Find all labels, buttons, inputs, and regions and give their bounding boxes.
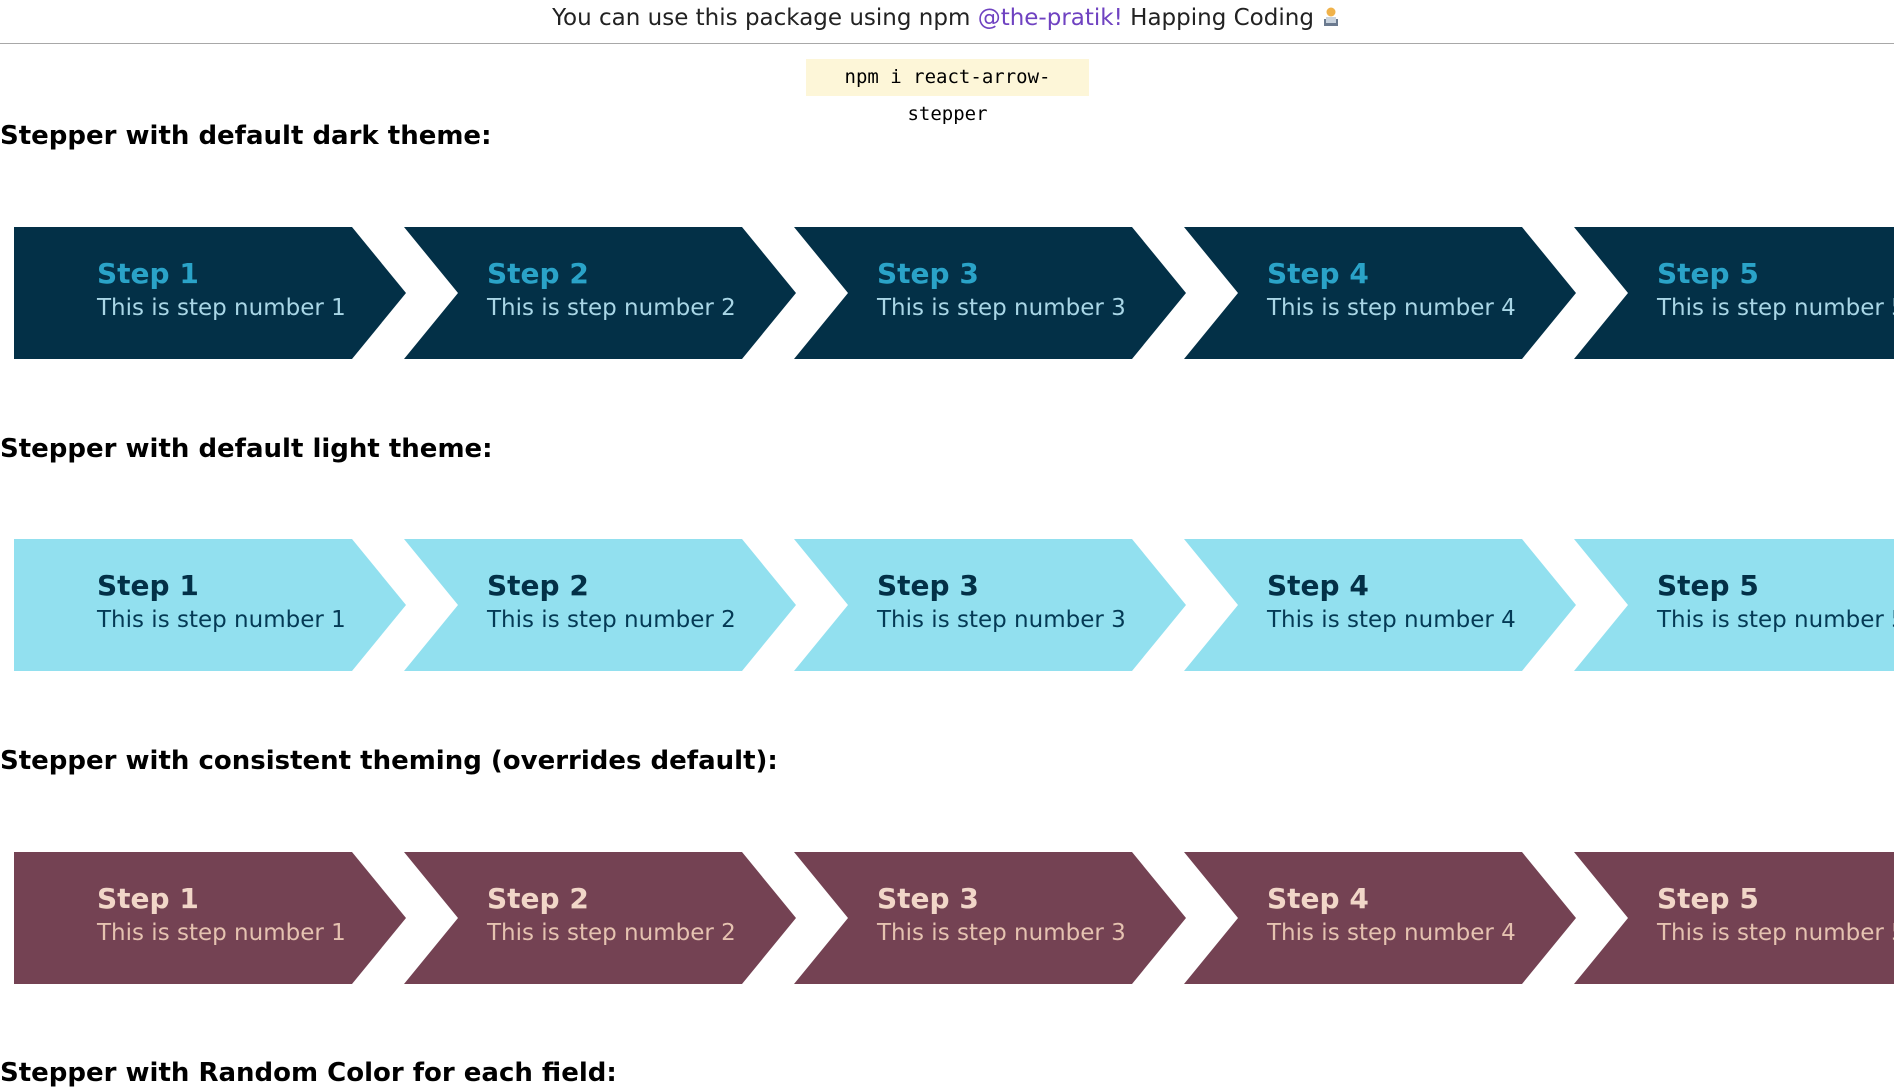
step-5[interactable]: Step 5 This is step number 5 [1574, 227, 1894, 359]
banner-suffix-text: Happing Coding [1122, 5, 1314, 31]
step-1[interactable]: Step 1 This is step number 1 [14, 539, 406, 671]
install-command: npm i react-arrow-stepper [806, 59, 1089, 125]
step-title: Step 3 [877, 569, 979, 602]
step-description: This is step number 5 [1657, 607, 1894, 633]
step-1[interactable]: Step 1 This is step number 1 [14, 227, 406, 359]
step-description: This is step number 4 [1267, 607, 1516, 633]
step-title: Step 2 [487, 882, 589, 915]
step-4[interactable]: Step 4 This is step number 4 [1184, 852, 1576, 984]
step-title: Step 1 [97, 569, 199, 602]
step-description: This is step number 2 [487, 920, 736, 946]
stepper-light-theme: Step 1 This is step number 1 Step 2 This… [14, 539, 1894, 671]
step-title: Step 4 [1267, 569, 1369, 602]
technologist-icon [1323, 7, 1338, 26]
step-title: Step 3 [877, 882, 979, 915]
step-description: This is step number 5 [1657, 920, 1894, 946]
step-4[interactable]: Step 4 This is step number 4 [1184, 539, 1576, 671]
step-description: This is step number 4 [1267, 295, 1516, 321]
step-title: Step 3 [877, 257, 979, 290]
step-3[interactable]: Step 3 This is step number 3 [794, 227, 1186, 359]
step-description: This is step number 2 [487, 295, 736, 321]
top-banner: You can use this package using npm @the-… [0, 0, 1894, 44]
step-2[interactable]: Step 2 This is step number 2 [404, 227, 796, 359]
step-3[interactable]: Step 3 This is step number 3 [794, 852, 1186, 984]
step-description: This is step number 3 [877, 920, 1126, 946]
step-description: This is step number 3 [877, 607, 1126, 633]
banner-prefix-text: You can use this package using npm [552, 5, 978, 31]
step-2[interactable]: Step 2 This is step number 2 [404, 539, 796, 671]
section-title-light-theme: Stepper with default light theme: [0, 434, 493, 464]
step-5[interactable]: Step 5 This is step number 5 [1574, 539, 1894, 671]
step-2[interactable]: Step 2 This is step number 2 [404, 852, 796, 984]
step-title: Step 1 [97, 882, 199, 915]
step-description: This is step number 1 [97, 607, 346, 633]
step-description: This is step number 1 [97, 920, 346, 946]
stepper-consistent-theming: Step 1 This is step number 1 Step 2 This… [14, 852, 1894, 984]
author-link[interactable]: @the-pratik! [978, 5, 1123, 31]
step-title: Step 1 [97, 257, 199, 290]
section-title-random-color: Stepper with Random Color for each field… [0, 1058, 617, 1088]
step-description: This is step number 5 [1657, 295, 1894, 321]
step-description: This is step number 2 [487, 607, 736, 633]
step-title: Step 2 [487, 257, 589, 290]
step-description: This is step number 1 [97, 295, 346, 321]
section-title-consistent-theming: Stepper with consistent theming (overrid… [0, 746, 778, 776]
step-description: This is step number 3 [877, 295, 1126, 321]
section-title-dark-theme: Stepper with default dark theme: [0, 121, 492, 151]
step-4[interactable]: Step 4 This is step number 4 [1184, 227, 1576, 359]
step-title: Step 4 [1267, 882, 1369, 915]
step-description: This is step number 4 [1267, 920, 1516, 946]
step-title: Step 4 [1267, 257, 1369, 290]
step-title: Step 2 [487, 569, 589, 602]
step-title: Step 5 [1657, 569, 1759, 602]
step-3[interactable]: Step 3 This is step number 3 [794, 539, 1186, 671]
step-1[interactable]: Step 1 This is step number 1 [14, 852, 406, 984]
step-title: Step 5 [1657, 882, 1759, 915]
stepper-dark-theme: Step 1 This is step number 1 Step 2 This… [14, 227, 1894, 359]
step-5[interactable]: Step 5 This is step number 5 [1574, 852, 1894, 984]
step-title: Step 5 [1657, 257, 1759, 290]
